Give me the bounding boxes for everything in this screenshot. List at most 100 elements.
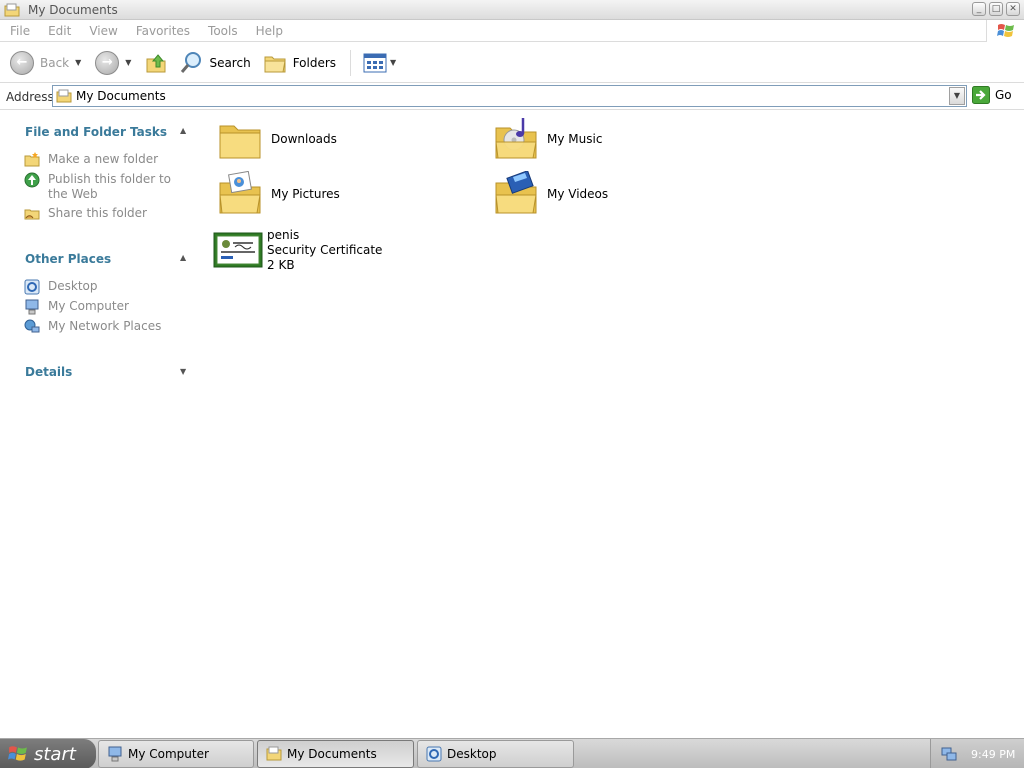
menu-tools[interactable]: Tools xyxy=(198,24,246,38)
taskbar-button-my-computer[interactable]: My Computer xyxy=(98,740,254,768)
file-item-certificate[interactable]: penis Security Certificate 2 KB xyxy=(213,227,382,273)
toolbar-separator xyxy=(350,49,352,76)
publish-web-icon xyxy=(24,172,40,188)
menu-bar: File Edit View Favorites Tools Help xyxy=(0,20,1024,42)
section-title-file-tasks[interactable]: File and Folder Tasks xyxy=(25,125,167,139)
search-button[interactable]: Search xyxy=(175,47,254,79)
taskbar-button-label: My Computer xyxy=(128,747,209,761)
back-label: Back xyxy=(40,55,70,70)
certificate-icon xyxy=(213,232,263,268)
file-name: My Music xyxy=(547,131,603,146)
go-label: Go xyxy=(995,88,1012,102)
my-computer-icon xyxy=(25,299,39,315)
maximize-button[interactable]: □ xyxy=(989,2,1003,16)
address-field[interactable]: My Documents ▼ xyxy=(52,85,967,107)
start-button[interactable]: start xyxy=(0,739,96,768)
title-bar[interactable]: My Documents _ □ ✕ xyxy=(0,0,1024,20)
back-button[interactable]: ← Back ▼ xyxy=(6,47,85,79)
videos-folder-icon xyxy=(495,171,537,214)
my-documents-icon xyxy=(56,89,72,103)
minimize-button[interactable]: _ xyxy=(972,2,986,16)
task-share-folder[interactable]: Share this folder xyxy=(24,206,188,222)
file-name: penis xyxy=(267,227,300,242)
folders-label: Folders xyxy=(292,55,337,70)
menu-favorites[interactable]: Favorites xyxy=(126,24,198,38)
taskbar-button-label: My Documents xyxy=(287,747,377,761)
views-dropdown-icon: ▼ xyxy=(390,58,397,67)
file-item-my-videos[interactable]: My Videos xyxy=(493,171,608,217)
menu-view[interactable]: View xyxy=(79,24,125,38)
section-title-details[interactable]: Details xyxy=(25,365,72,379)
task-pane: File and Folder Tasks ▲ Make a new folde… xyxy=(0,111,204,738)
close-button[interactable]: ✕ xyxy=(1006,2,1020,16)
pictures-folder-icon xyxy=(219,171,261,214)
folders-button[interactable]: Folders xyxy=(259,47,340,79)
menu-file[interactable]: File xyxy=(0,24,38,38)
my-computer-icon xyxy=(108,746,122,762)
taskbar: start My Computer My Documents Desktop 9… xyxy=(0,738,1024,768)
section-title-other-places[interactable]: Other Places xyxy=(25,252,111,266)
toolbar: ← Back ▼ → ▼ Search Folders ▼ xyxy=(0,43,1024,83)
window-controls: _ □ ✕ xyxy=(972,2,1020,16)
taskbar-button-label: Desktop xyxy=(447,747,497,761)
file-name: Downloads xyxy=(271,131,337,146)
forward-arrow-icon: → xyxy=(95,50,120,75)
taskbar-button-desktop[interactable]: Desktop xyxy=(417,740,574,768)
task-make-new-folder[interactable]: Make a new folder xyxy=(24,152,188,168)
windows-logo-icon xyxy=(8,746,27,761)
system-tray: 9:49 PM xyxy=(930,739,1024,768)
desktop-icon xyxy=(24,279,40,295)
up-folder-icon xyxy=(146,53,166,72)
place-desktop[interactable]: Desktop xyxy=(24,279,188,295)
start-label: start xyxy=(34,743,76,765)
views-button[interactable]: ▼ xyxy=(359,47,400,79)
forward-dropdown-icon[interactable]: ▼ xyxy=(125,58,131,67)
up-folder-button[interactable] xyxy=(141,47,171,79)
music-folder-icon xyxy=(495,118,537,159)
address-dropdown-button[interactable]: ▼ xyxy=(949,87,965,105)
forward-button[interactable]: → ▼ xyxy=(91,47,135,79)
task-label: Share this folder xyxy=(48,206,147,220)
menu-help[interactable]: Help xyxy=(246,24,291,38)
go-button[interactable]: Go xyxy=(972,86,1012,104)
file-item-my-music[interactable]: My Music xyxy=(493,116,602,162)
menu-edit[interactable]: Edit xyxy=(38,24,79,38)
desktop-icon xyxy=(426,746,442,762)
share-folder-icon xyxy=(24,209,40,220)
network-tray-icon[interactable] xyxy=(941,746,957,762)
file-name: My Pictures xyxy=(271,186,340,201)
expand-down-icon[interactable]: ▼ xyxy=(180,367,186,376)
clock[interactable]: 9:49 PM xyxy=(971,748,1015,761)
task-label: Make a new folder xyxy=(48,152,159,166)
file-details: penis Security Certificate 2 KB xyxy=(267,228,382,273)
file-size: 2 KB xyxy=(267,257,295,272)
address-label: Address xyxy=(6,89,54,104)
network-places-icon xyxy=(24,319,40,333)
taskbar-button-my-documents[interactable]: My Documents xyxy=(257,740,414,768)
go-arrow-icon xyxy=(972,86,990,104)
file-item-downloads[interactable]: Downloads xyxy=(217,116,337,162)
my-documents-icon xyxy=(4,3,20,16)
windows-logo-icon xyxy=(986,20,1024,42)
place-network[interactable]: My Network Places xyxy=(24,319,188,335)
place-label: Desktop xyxy=(48,279,98,293)
file-type: Security Certificate xyxy=(267,242,383,257)
views-icon xyxy=(363,53,387,72)
back-dropdown-icon[interactable]: ▼ xyxy=(75,58,81,67)
place-label: My Computer xyxy=(48,299,129,313)
window-title: My Documents xyxy=(28,2,118,17)
search-label: Search xyxy=(209,55,251,70)
file-list: Downloads My Music My Pictures My Videos… xyxy=(205,111,1024,738)
task-publish-web[interactable]: Publish this folder to the Web xyxy=(24,172,188,202)
place-my-computer[interactable]: My Computer xyxy=(24,299,188,315)
file-item-my-pictures[interactable]: My Pictures xyxy=(217,171,340,217)
search-icon xyxy=(181,51,202,73)
address-bar: Address My Documents ▼ Go xyxy=(0,84,1024,110)
collapse-up-icon[interactable]: ▲ xyxy=(180,253,186,262)
collapse-up-icon[interactable]: ▲ xyxy=(180,126,186,135)
address-value: My Documents xyxy=(76,89,166,103)
folder-icon xyxy=(266,746,282,761)
task-label: Publish this folder to the Web xyxy=(48,172,171,201)
file-name: My Videos xyxy=(547,186,609,201)
folders-icon xyxy=(264,56,286,72)
